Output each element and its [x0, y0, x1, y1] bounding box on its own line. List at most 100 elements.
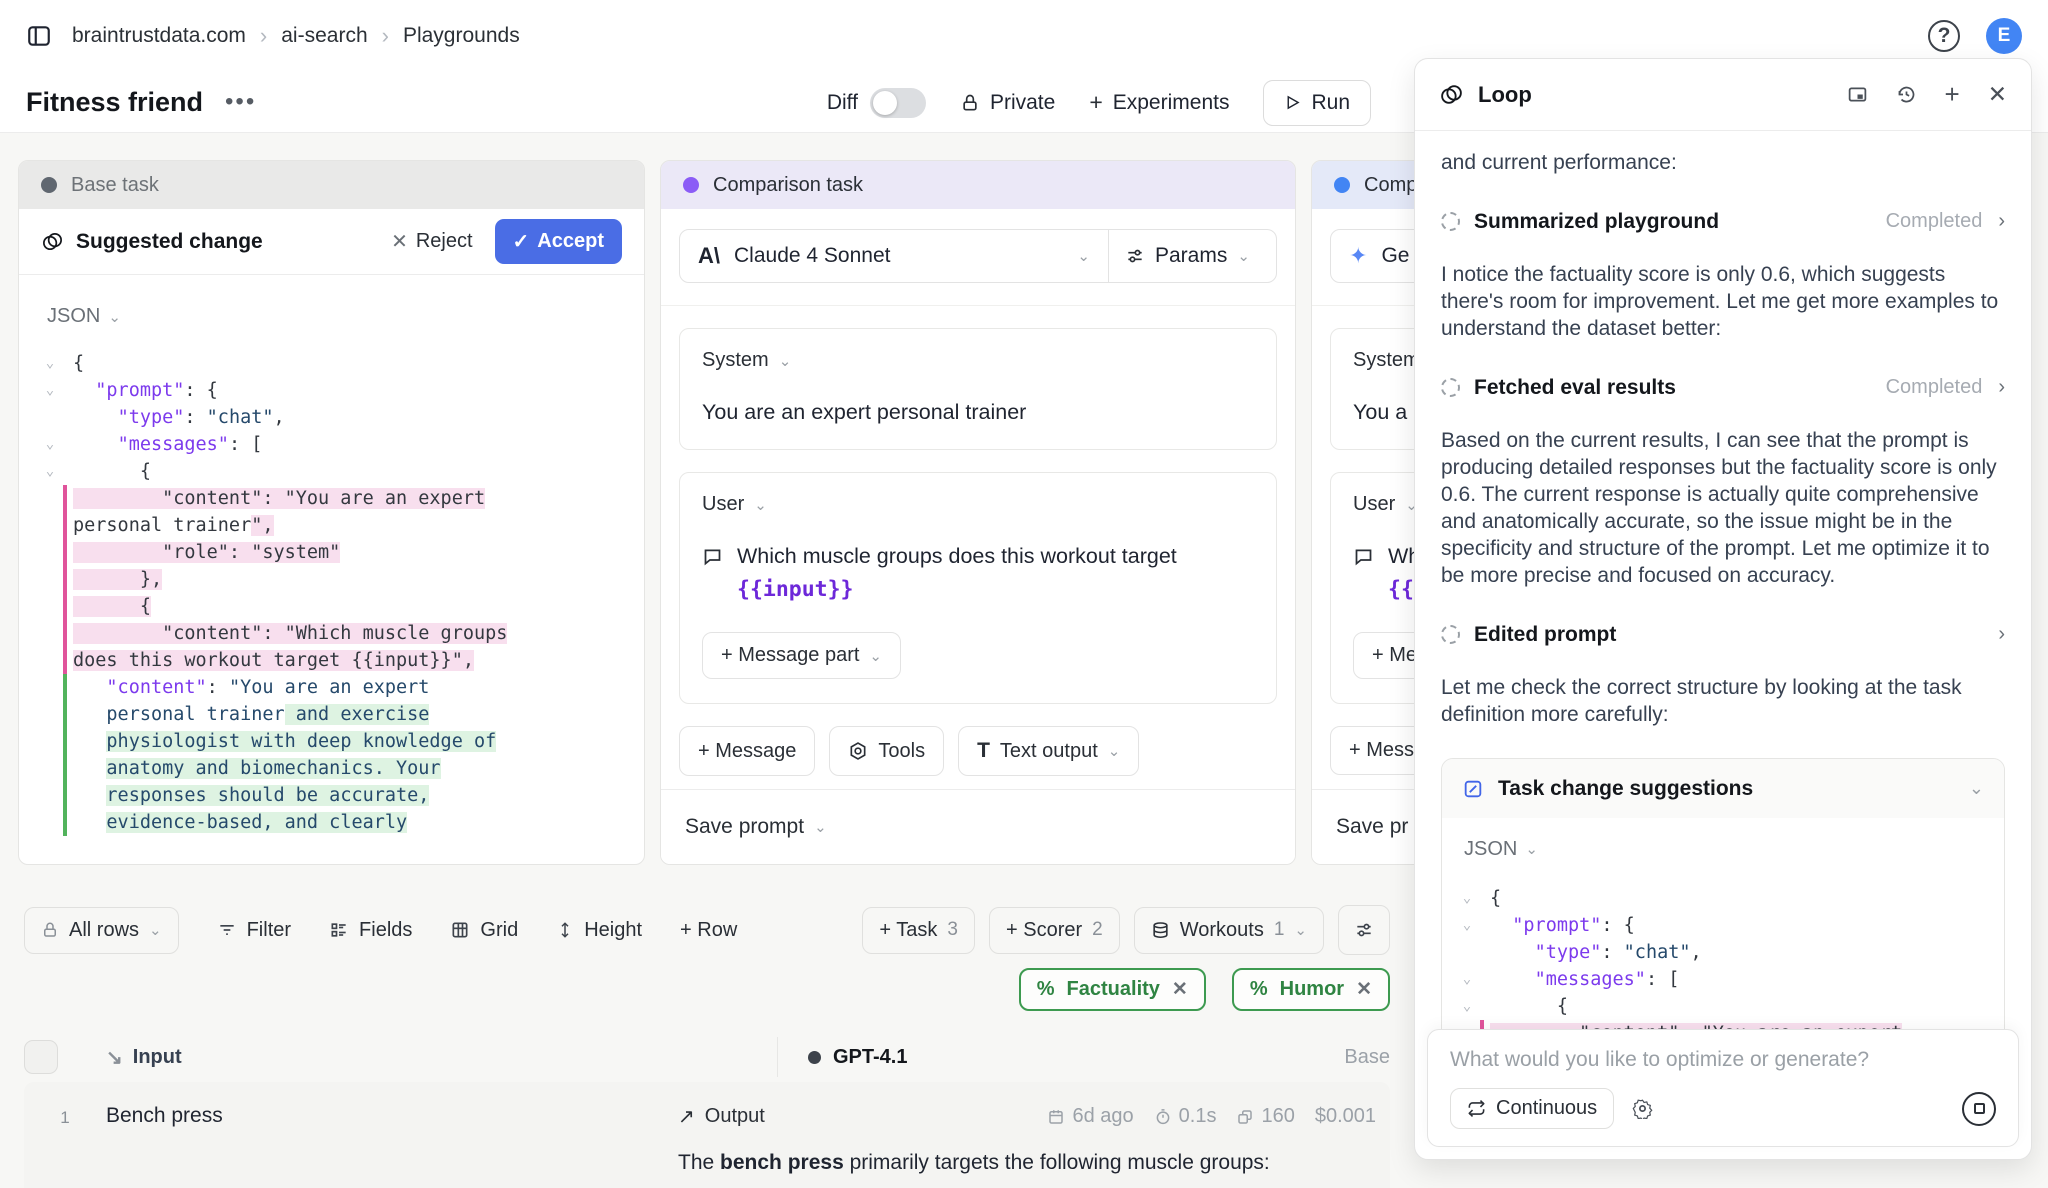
input-column-header[interactable]: ↘ Input — [106, 1045, 182, 1070]
remove-icon[interactable]: ✕ — [1172, 978, 1188, 1001]
breadcrumb-project[interactable]: ai-search — [281, 24, 367, 48]
avatar[interactable]: E — [1986, 18, 2022, 54]
more-menu-icon[interactable]: ••• — [225, 88, 256, 116]
collapse-caret-icon[interactable]: ⌄ — [39, 350, 61, 377]
fields-button[interactable]: Fields — [329, 919, 412, 942]
user-message-text[interactable]: Which muscle groups does this workout ta… — [737, 540, 1254, 606]
add-message-part-label: + Me — [1372, 644, 1417, 667]
add-task-button[interactable]: + Task 3 — [862, 907, 975, 954]
base-task-dot-icon — [41, 177, 57, 193]
json-format-dropdown[interactable]: JSON ⌄ — [33, 305, 634, 328]
grid-button[interactable]: Grid — [450, 919, 518, 942]
loop-step-summarized-playground[interactable]: Summarized playground Completed› — [1441, 208, 2005, 235]
loop-step-edited-prompt[interactable]: Edited prompt › — [1441, 621, 2005, 648]
step-title: Edited prompt — [1474, 621, 1616, 648]
task-change-suggestions-header[interactable]: Task change suggestions ⌄ — [1442, 759, 2004, 818]
collapse-caret-icon[interactable]: ⌄ — [39, 431, 61, 458]
system-role-dropdown[interactable]: System ⌄ — [702, 349, 1254, 372]
second-comparison-dot-icon — [1334, 177, 1350, 193]
text-output-button[interactable]: T Text output ⌄ — [958, 726, 1139, 776]
percent-icon: % — [1250, 978, 1268, 1001]
dataset-dropdown[interactable]: Workouts 1 ⌄ — [1134, 907, 1324, 954]
model-selector[interactable]: A\ Claude 4 Sonnet ⌄ — [680, 230, 1108, 282]
accept-button[interactable]: ✓ Accept — [495, 219, 622, 264]
factuality-label: Factuality — [1067, 978, 1160, 1001]
collapse-caret-icon[interactable]: ⌄ — [1456, 885, 1478, 912]
tools-button[interactable]: Tools — [829, 726, 944, 776]
loop-panel-title: Loop — [1478, 82, 1532, 108]
loop-prompt-input[interactable] — [1450, 1048, 1996, 1072]
sidebar-toggle-icon[interactable] — [26, 23, 52, 49]
base-task-column: Base task Suggested change ✕ Reject ✓ Ac… — [18, 160, 645, 865]
table-row[interactable]: 1 Bench press ↗ Output 6d ago 0.1s — [24, 1082, 1390, 1179]
save-prompt-button[interactable]: Save prompt ⌄ — [661, 789, 1295, 864]
code-line: ⌄ "messages": [ — [33, 431, 634, 458]
chat-bubble-icon — [1353, 540, 1374, 606]
row-number: 1 — [24, 1104, 106, 1179]
add-scorer-button[interactable]: + Scorer 2 — [989, 907, 1120, 954]
model-dot-icon — [808, 1051, 821, 1064]
history-icon[interactable] — [1896, 84, 1917, 105]
reject-label: Reject — [416, 230, 473, 253]
add-message-button[interactable]: + Message — [679, 726, 815, 776]
humor-scorer-badge[interactable]: % Humor ✕ — [1232, 968, 1390, 1011]
params-button[interactable]: Params ⌄ — [1108, 230, 1276, 282]
all-rows-dropdown[interactable]: All rows ⌄ — [24, 907, 179, 954]
remove-icon[interactable]: ✕ — [1356, 978, 1372, 1001]
task-change-suggestions-title: Task change suggestions — [1498, 775, 1753, 802]
collapse-caret-icon[interactable]: ⌄ — [1456, 912, 1478, 939]
user-role-dropdown[interactable]: User ⌄ — [702, 493, 1254, 516]
popout-icon[interactable] — [1847, 84, 1868, 105]
loop-step-fetched-eval-results[interactable]: Fetched eval results Completed› — [1441, 374, 2005, 401]
add-task-label: + Task — [879, 919, 937, 942]
collapse-caret-icon[interactable]: ⌄ — [1456, 993, 1478, 1020]
add-row-button[interactable]: + Row — [680, 919, 737, 942]
collapse-caret-icon[interactable]: ⌄ — [39, 377, 61, 404]
code-line: "type": "chat", — [33, 404, 634, 431]
loop-input-card: Continuous — [1427, 1029, 2019, 1147]
code-line: evidence-based, and clearly — [33, 809, 634, 836]
grid-rows: 1 Bench press ↗ Output 6d ago 0.1s — [24, 1082, 1390, 1188]
breadcrumb-org[interactable]: braintrustdata.com — [72, 24, 246, 48]
system-message-text[interactable]: You are an expert personal trainer — [702, 396, 1254, 429]
comparison-task-column: Comparison task A\ Claude 4 Sonnet ⌄ Par… — [660, 160, 1296, 865]
grid-toolbar-right: + Task 3 + Scorer 2 Workouts 1 ⌄ — [862, 902, 1390, 958]
collapse-caret-icon[interactable]: ⌄ — [1456, 966, 1478, 993]
code-line: ⌄ "messages": [ — [1450, 966, 1996, 993]
comparison-task-dot-icon — [683, 177, 699, 193]
plus-icon: + — [1089, 89, 1102, 116]
experiments-button[interactable]: + Experiments — [1089, 89, 1229, 116]
height-button[interactable]: Height — [556, 919, 642, 942]
run-label: Run — [1311, 91, 1350, 115]
add-message-part-label: + Message part — [721, 644, 859, 667]
row-output-cell[interactable]: ↗ Output 6d ago 0.1s 160 — [678, 1104, 1390, 1179]
add-message-part-button[interactable]: + Message part ⌄ — [702, 632, 901, 679]
grid-settings-icon[interactable] — [1338, 905, 1390, 955]
close-icon[interactable]: ✕ — [1988, 81, 2007, 108]
stop-icon[interactable] — [1962, 1092, 1996, 1126]
reject-button[interactable]: ✕ Reject — [391, 229, 472, 254]
add-scorer-label: + Scorer — [1006, 919, 1082, 942]
diff-toggle[interactable] — [870, 88, 926, 118]
new-session-icon[interactable]: + — [1945, 79, 1960, 110]
gear-icon[interactable] — [1632, 1098, 1653, 1119]
help-icon[interactable]: ? — [1928, 20, 1960, 52]
step-title: Fetched eval results — [1474, 374, 1676, 401]
factuality-scorer-badge[interactable]: % Factuality ✕ — [1019, 968, 1206, 1011]
model-column-header[interactable]: GPT-4.1 Base — [778, 1046, 1390, 1069]
code-line: "role": "system" — [33, 539, 634, 566]
continuous-mode-button[interactable]: Continuous — [1450, 1088, 1614, 1129]
run-button[interactable]: Run — [1263, 80, 1371, 126]
app-root: braintrustdata.com › ai-search › Playgro… — [0, 0, 2048, 1188]
add-message-label: + Message — [698, 740, 796, 763]
collapse-caret-icon[interactable]: ⌄ — [39, 458, 61, 485]
private-button[interactable]: Private — [960, 91, 1055, 115]
json-format-dropdown[interactable]: JSON ⌄ — [1450, 836, 1996, 863]
select-all-checkbox[interactable] — [24, 1040, 58, 1074]
row-input-cell[interactable]: Bench press — [106, 1104, 678, 1179]
filter-button[interactable]: Filter — [217, 919, 291, 942]
breadcrumb-page[interactable]: Playgrounds — [403, 24, 520, 48]
loop-conversation: and current performance: Summarized play… — [1415, 131, 2031, 1041]
breadcrumb-separator-icon: › — [260, 23, 267, 49]
chevron-down-icon: ⌄ — [869, 647, 882, 665]
